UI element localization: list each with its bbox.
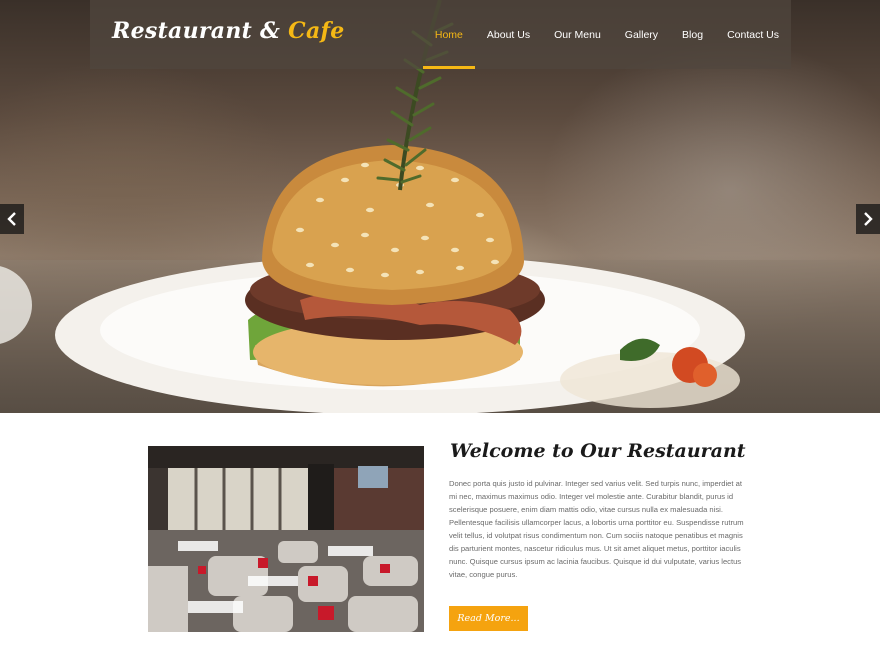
welcome-heading: Welcome to Our Restaurant [450, 440, 746, 462]
hero-slider: Restaurant & Cafe Home About Us Our Menu… [0, 0, 880, 413]
main-menu: Home About Us Our Menu Gallery Blog Cont… [422, 0, 791, 69]
read-more-button[interactable]: Read More... [449, 606, 528, 631]
welcome-paragraph: Donec porta quis justo id pulvinar. Inte… [449, 479, 744, 579]
chevron-right-icon [864, 212, 873, 226]
nav-item-about-us[interactable]: About Us [475, 0, 542, 69]
slider-prev-button[interactable] [0, 204, 24, 234]
logo-accent-text: Cafe [288, 18, 345, 44]
nav-item-gallery[interactable]: Gallery [613, 0, 670, 69]
nav-item-contact-us[interactable]: Contact Us [715, 0, 791, 69]
logo-text: Restaurant & [112, 18, 281, 44]
nav-item-our-menu[interactable]: Our Menu [542, 0, 613, 69]
nav-item-home[interactable]: Home [422, 0, 475, 69]
site-logo[interactable]: Restaurant & Cafe [112, 18, 345, 50]
top-navbar: Restaurant & Cafe Home About Us Our Menu… [90, 0, 791, 69]
slider-next-button[interactable] [856, 204, 880, 234]
nav-item-blog[interactable]: Blog [670, 0, 715, 69]
restaurant-interior-illustration [148, 446, 424, 632]
chevron-left-icon [7, 212, 16, 226]
restaurant-interior-image [148, 446, 424, 632]
